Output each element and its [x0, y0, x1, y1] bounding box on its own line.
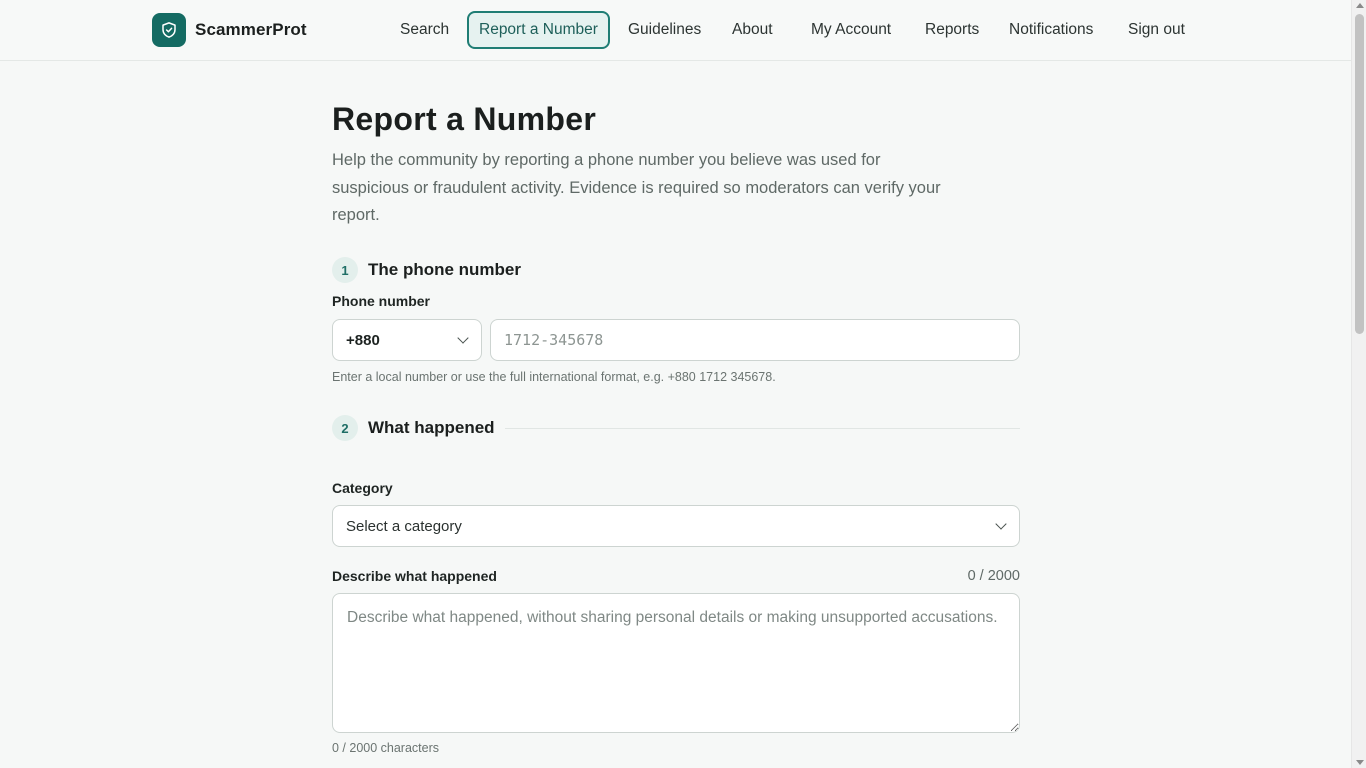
- page-intro: Help the community by reporting a phone …: [332, 151, 941, 224]
- description-char-counter: 0 / 2000: [967, 568, 1020, 584]
- nav-search[interactable]: Search: [400, 11, 449, 49]
- brand[interactable]: ScammerProt: [152, 13, 307, 47]
- category-select[interactable]: Select a category: [332, 505, 1020, 547]
- top-navigation-bar: ScammerProt Search Report a Number Guide…: [0, 0, 1351, 61]
- description-label: Describe what happened: [332, 568, 497, 584]
- phone-number-input[interactable]: [490, 319, 1020, 361]
- nav-guidelines[interactable]: Guidelines: [628, 11, 701, 49]
- page-scrollbar[interactable]: [1351, 0, 1366, 768]
- phone-helper-text: Enter a local number or use the full int…: [332, 370, 776, 384]
- step-title: The phone number: [368, 260, 521, 279]
- description-helper-text: 0 / 2000 characters: [332, 741, 440, 755]
- nav-reports[interactable]: Reports: [925, 11, 979, 49]
- chevron-down-icon: [457, 332, 469, 344]
- nav-about[interactable]: About: [732, 11, 773, 49]
- category-value: Select a category: [346, 517, 462, 535]
- country-code-select[interactable]: +880: [332, 319, 482, 361]
- nav-my-account[interactable]: My Account: [811, 11, 891, 49]
- brand-name: ScammerProt: [195, 20, 307, 39]
- description-textarea[interactable]: [332, 593, 1020, 733]
- scroll-up-icon[interactable]: [1356, 3, 1364, 8]
- phone-number-label: Phone number: [332, 293, 431, 309]
- nav-sign-out[interactable]: Sign out: [1128, 11, 1185, 49]
- country-code-value: +880: [346, 331, 380, 349]
- scrollbar-thumb[interactable]: [1355, 14, 1364, 334]
- page-title: Report a Number: [332, 101, 597, 137]
- step-number-badge: 1: [332, 257, 358, 283]
- step-phone-number: 1 The phone number: [332, 257, 1020, 283]
- step-what-happened: 2 What happened: [332, 415, 1020, 441]
- section-divider: [504, 427, 1020, 429]
- shield-icon: [152, 13, 186, 47]
- chevron-down-icon: [995, 518, 1007, 530]
- category-label: Category: [332, 480, 393, 496]
- step-title: What happened: [368, 418, 495, 437]
- scroll-down-icon[interactable]: [1356, 760, 1364, 765]
- nav-report-a-number[interactable]: Report a Number: [467, 11, 610, 49]
- step-number-badge: 2: [332, 415, 358, 441]
- nav-notifications[interactable]: Notifications: [1009, 11, 1093, 49]
